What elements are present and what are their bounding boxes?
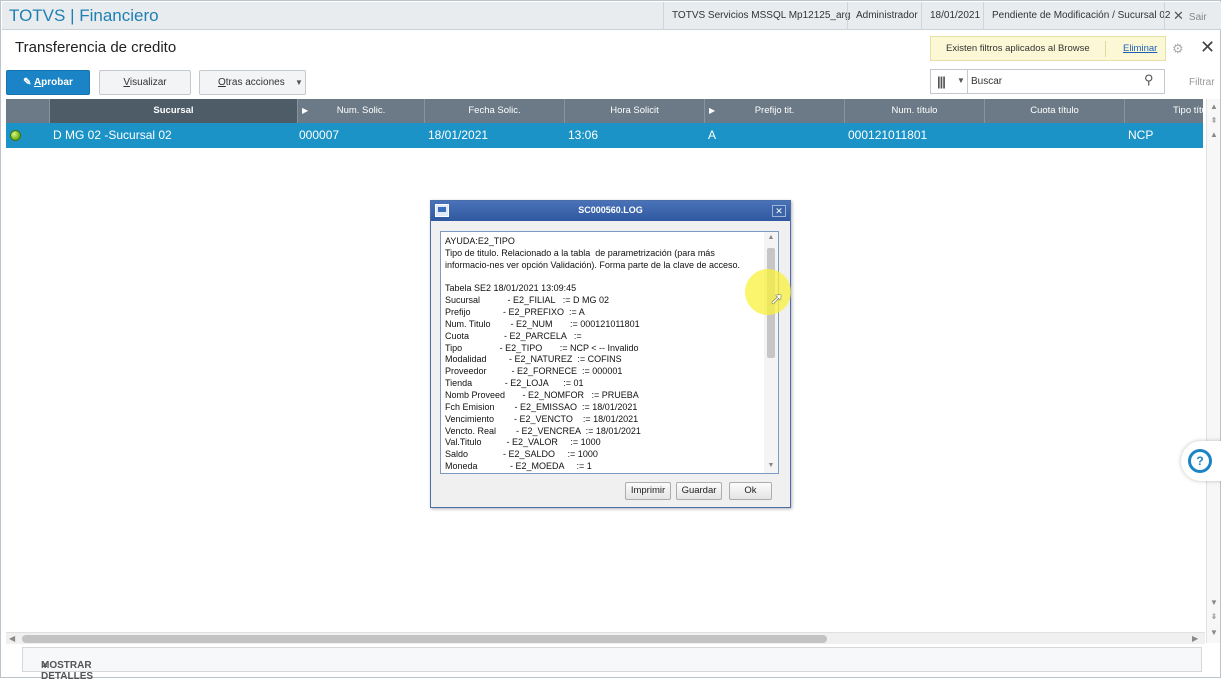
horizontal-scroll-thumb[interactable] (22, 635, 827, 643)
dialog-title-bar[interactable]: SC000560.LOG ✕ (431, 201, 790, 221)
expand-arrow-icon: ▶ (302, 106, 309, 115)
scroll-up-icon[interactable]: ▲ (764, 234, 778, 241)
scroll-up-small-icon[interactable]: ▲ (1207, 129, 1221, 141)
log-line: Fch Emision - E2_EMISSAO := 18/01/2021 (445, 401, 638, 412)
log-line: Modalidad - E2_NATUREZ := COFINS (445, 354, 622, 365)
vertical-scrollbar[interactable]: ▲ ⇞ ▲ ▼ ⇟ ▼ (1206, 99, 1220, 643)
column-header-num-solic[interactable]: ▶ Num. Solic. (298, 99, 425, 123)
column-header-num-titulo[interactable]: Num. título (845, 99, 985, 123)
search-box: ||| ▼ ⚲ (930, 69, 1165, 94)
close-icon[interactable]: ✕ (772, 205, 786, 217)
chat-help-icon: ? (1188, 449, 1212, 473)
expand-arrow-icon: ▶ (709, 106, 716, 115)
scroll-up-icon[interactable]: ⇞ (1207, 115, 1221, 127)
page-title: Transferencia de credito (15, 39, 177, 56)
search-icon[interactable]: ⚲ (1144, 72, 1154, 88)
scroll-down-icon[interactable]: ▼ (764, 462, 778, 469)
user-info[interactable]: Administrador (847, 2, 926, 30)
close-icon: ✕ (1173, 8, 1184, 23)
grid-header: Sucursal ▶ Num. Solic. Fecha Solic. Hora … (6, 99, 1203, 123)
filter-button[interactable]: Filtrar (1189, 77, 1215, 88)
log-dialog: SC000560.LOG ✕ AYUDA:E2_TIPO Tipo de titu… (430, 200, 791, 508)
date-info[interactable]: 18/01/2021 (921, 2, 988, 30)
log-textarea[interactable]: AYUDA:E2_TIPO Tipo de titulo. Relacionado… (440, 231, 779, 474)
cell-fecha-solic: 18/01/2021 (428, 128, 489, 142)
app-brand: TOTVS | Financiero (9, 6, 159, 25)
log-line: Cuota - E2_PARCELA := (445, 330, 582, 341)
status-legend-icon[interactable] (10, 130, 21, 141)
scroll-top-icon[interactable]: ▲ (1207, 101, 1221, 113)
log-line: Tienda - E2_LOJA := 01 (445, 378, 584, 389)
cell-tipo-titulo: NCP (1128, 128, 1154, 142)
log-line: Tipo - E2_TIPO := NCP < -- Invalido (445, 342, 639, 353)
log-line: Num. Titulo - E2_NUM := 000121011801 (445, 318, 640, 329)
ok-button[interactable]: Ok (729, 482, 772, 500)
scroll-left-icon[interactable]: ◀ (9, 633, 15, 645)
other-actions-button[interactable]: Otras acciones ▼ (199, 70, 306, 95)
cell-sucursal: D MG 02 -Sucursal 02 (53, 128, 172, 142)
cell-prefijo: A (708, 128, 717, 142)
log-line: AYUDA:E2_TIPO (445, 236, 515, 246)
log-line: Sucursal - E2_FILIAL := D MG 02 (445, 295, 609, 306)
filter-notice-divider (1105, 41, 1106, 57)
column-header-fecha-solic[interactable]: Fecha Solic. (425, 99, 565, 123)
gear-icon[interactable]: ⚙ (1172, 41, 1184, 57)
log-line: Vencimiento - E2_VENCTO := 18/01/2021 (445, 413, 639, 424)
filter-notice: Existen filtros aplicados al Browse Elim… (930, 36, 1166, 61)
cell-num-solic: 000007 (299, 128, 340, 142)
top-bar: TOTVS | Financiero TOTVS Servicios MSSQL… (2, 2, 1221, 30)
exit-label: Sair (1188, 12, 1207, 23)
column-header-status[interactable] (6, 99, 50, 123)
save-button[interactable]: Guardar (676, 482, 722, 500)
pencil-icon: ✎ (23, 77, 34, 88)
environment-info[interactable]: TOTVS Servicios MSSQL Mp12125_arg (663, 2, 858, 30)
log-line: Moneda - E2_MOEDA := 1 (445, 461, 592, 472)
column-header-tipo-titulo[interactable]: Tipo título (1125, 99, 1203, 123)
log-line: Proveedor - E2_FORNECE := 000001 (445, 366, 623, 377)
search-input[interactable] (971, 73, 1136, 90)
scroll-right-icon[interactable]: ▶ (1192, 633, 1198, 645)
log-content: AYUDA:E2_TIPO Tipo de titulo. Relacionado… (445, 236, 763, 473)
view-button[interactable]: Visualizar (99, 70, 191, 95)
remove-filter-link[interactable]: Eliminar (1123, 43, 1157, 54)
column-header-sucursal[interactable]: Sucursal (50, 99, 298, 123)
cell-hora-solicit: 13:06 (568, 128, 599, 142)
log-line: Val.Titulo - E2_VALOR := 1000 (445, 437, 601, 448)
app-window: TOTVS | Financiero TOTVS Servicios MSSQL… (0, 0, 1221, 682)
columns-icon[interactable]: ||| (937, 74, 946, 89)
log-line: Saldo - E2_SALDO := 1000 (445, 449, 598, 460)
horizontal-scrollbar[interactable]: ◀ ▶ (6, 632, 1205, 644)
chevron-up-icon: ▲ (41, 660, 49, 669)
log-line: Nomb Proveed - E2_NOMFOR := PRUEBA (445, 389, 639, 400)
dialog-title: SC000560.LOG (578, 205, 643, 215)
branch-info[interactable]: Pendiente de Modificación / Sucursal 02 (983, 2, 1178, 30)
show-details-bar[interactable]: MOSTRAR DETALLES ▲ (22, 647, 1202, 682)
log-line: Prefijo - E2_PREFIXO := A (445, 307, 585, 318)
scroll-bottom-icon[interactable]: ▼ (1207, 627, 1221, 639)
close-page-icon[interactable]: ✕ (1200, 37, 1215, 58)
scroll-page-down-icon[interactable]: ⇟ (1207, 611, 1221, 623)
log-line: informacio-nes ver opción Validación). F… (445, 259, 740, 270)
log-line: Vencto. Real - E2_VENCREA := 18/01/2021 (445, 425, 641, 436)
table-row[interactable]: D MG 02 -Sucursal 02 000007 18/01/2021 1… (6, 123, 1203, 148)
filter-notice-text: Existen filtros aplicados al Browse (946, 43, 1090, 54)
help-chat-button[interactable]: ? (1181, 441, 1221, 481)
cursor-highlight (745, 269, 791, 315)
log-line: Tabela SE2 18/01/2021 13:09:45 (445, 283, 577, 294)
print-button[interactable]: Imprimir (625, 482, 671, 500)
cell-num-titulo: 000121011801 (848, 128, 928, 142)
column-header-cuota-titulo[interactable]: Cuota título (985, 99, 1125, 123)
log-line: Tipo de titulo. Relacionado a la tabla d… (445, 247, 715, 258)
chevron-down-icon[interactable]: ▼ (957, 76, 965, 85)
approve-button[interactable]: ✎ Aprobar (6, 70, 90, 95)
dropdown-caret-icon: ▼ (295, 78, 303, 87)
exit-button[interactable]: ✕ Sair (1164, 2, 1221, 30)
column-header-prefijo[interactable]: ▶ Prefijo tit. (705, 99, 845, 123)
scroll-down-icon[interactable]: ▼ (1207, 597, 1221, 609)
column-header-hora-solicit[interactable]: Hora Solicit (565, 99, 705, 123)
mouse-pointer-icon: ➚ (770, 291, 784, 308)
